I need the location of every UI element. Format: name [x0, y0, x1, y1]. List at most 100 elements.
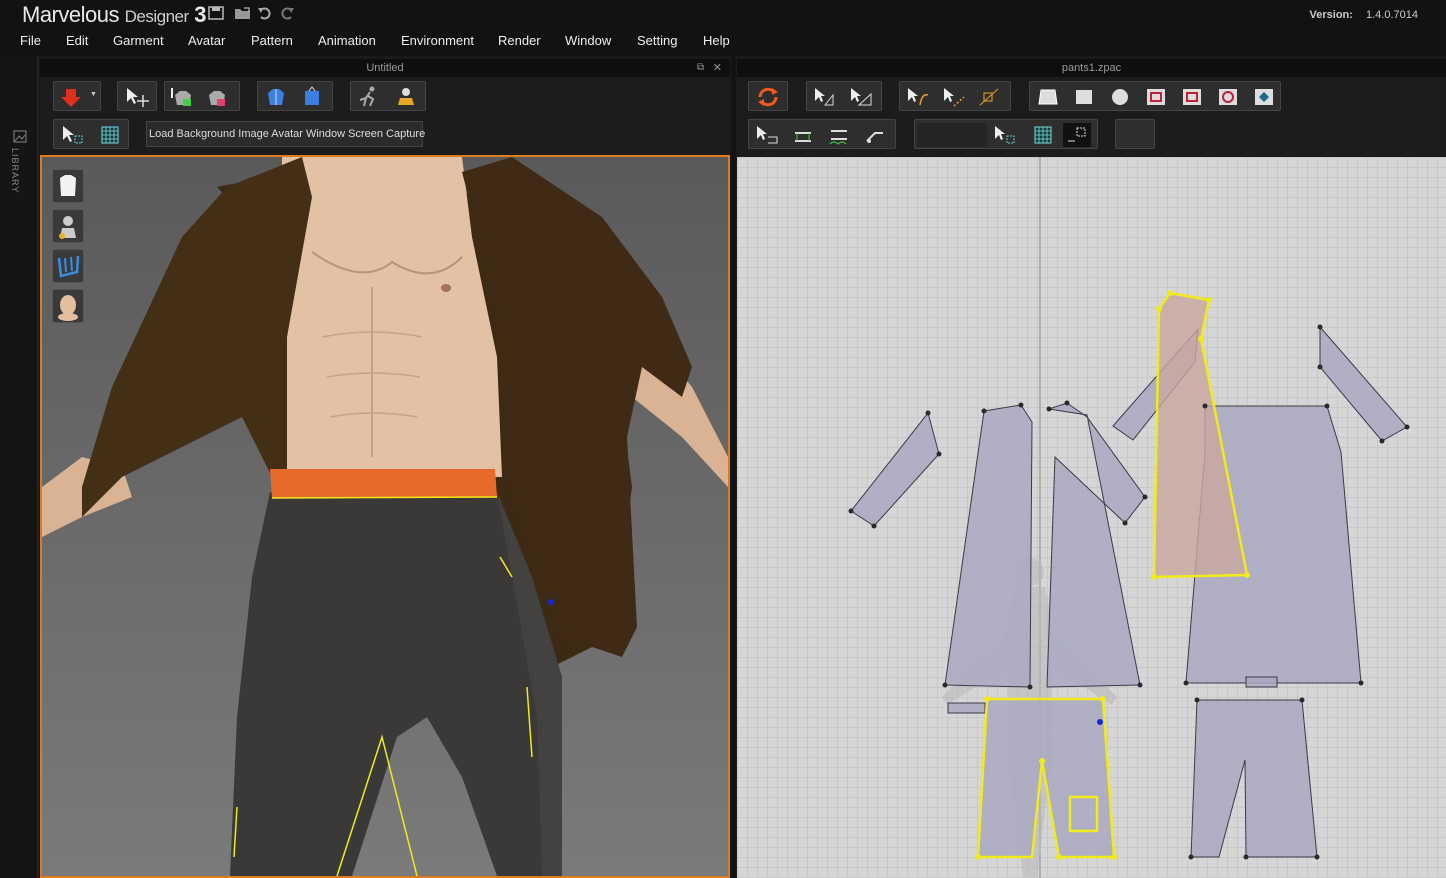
library-tab[interactable]: LIBRARY	[10, 128, 30, 208]
panel-2d-title-bar: pants1.zpac	[737, 59, 1446, 77]
menu-pattern[interactable]: Pattern	[251, 33, 293, 48]
pattern-edit-group	[806, 81, 882, 111]
free-sewing-button[interactable]	[825, 123, 853, 147]
panel-divider[interactable]	[731, 56, 736, 878]
app-title-main: Marvelous	[22, 2, 119, 27]
pattern-piece-left-sleeve	[850, 411, 940, 527]
close-icon[interactable]: ✕	[713, 59, 722, 77]
viewport-2d[interactable]	[737, 157, 1446, 878]
avatar-scene	[42, 157, 728, 876]
polygon-button[interactable]	[1034, 85, 1062, 109]
refresh-group	[748, 81, 788, 111]
texture-grid-button[interactable]	[96, 123, 124, 147]
app-title-sub: Designer	[124, 7, 190, 26]
simulate-group: ▼	[53, 81, 101, 111]
select-texture-tool-button[interactable]	[58, 123, 86, 147]
garment-icon[interactable]	[52, 169, 84, 203]
panel-3d-title-bar: Untitled ⧉ ✕	[40, 59, 730, 77]
avatar-icon[interactable]	[52, 209, 84, 243]
version-value: 1.4.0.7014	[1366, 9, 1418, 21]
menu-render[interactable]: Render	[498, 33, 541, 48]
dart-button[interactable]	[1250, 85, 1278, 109]
menu-animation[interactable]: Animation	[318, 33, 376, 48]
avatar-group	[350, 81, 426, 111]
arrangement-icon[interactable]	[52, 249, 84, 283]
sewing-group	[748, 119, 896, 149]
pattern-piece-front-right	[1046, 402, 1146, 688]
selected-pants-front	[976, 697, 1116, 859]
fold-arrangement-pink-button[interactable]	[203, 85, 231, 109]
transform-pattern-button[interactable]	[847, 85, 875, 109]
garment-top-button[interactable]	[262, 85, 290, 109]
curve-point-button[interactable]	[940, 85, 968, 109]
garment-group	[257, 81, 333, 111]
shape-group	[1029, 81, 1281, 111]
menu-environment[interactable]: Environment	[401, 33, 474, 48]
internal-circle-button[interactable]	[1214, 85, 1242, 109]
edit-curve-button[interactable]	[904, 85, 932, 109]
menu-help[interactable]: Help	[703, 33, 730, 48]
menu-window[interactable]: Window	[565, 33, 611, 48]
pattern-piece-tab-right	[1245, 676, 1278, 688]
segment-sewing-button[interactable]	[789, 123, 817, 147]
texture-field	[917, 123, 987, 147]
redo-icon[interactable]	[278, 6, 296, 22]
edit-sewing-button[interactable]	[753, 123, 781, 147]
texture-group-2d	[914, 119, 1098, 149]
edit-texture-button[interactable]	[991, 123, 1019, 147]
panel-2d-title: pants1.zpac	[1061, 62, 1122, 74]
undo-icon[interactable]	[256, 6, 274, 22]
app-title-num: 3	[194, 2, 207, 27]
menu-garment[interactable]: Garment	[113, 33, 164, 48]
library-strip: LIBRARY	[0, 56, 38, 878]
internal-rectangle-button[interactable]	[1178, 85, 1206, 109]
circle-button[interactable]	[1106, 85, 1134, 109]
rectangle-button[interactable]	[1070, 85, 1098, 109]
garment-box-button[interactable]	[298, 85, 326, 109]
viewport-3d[interactable]	[40, 155, 730, 878]
dropdown-arrow-icon[interactable]: ▼	[90, 91, 97, 98]
add-point-button[interactable]	[976, 85, 1004, 109]
pattern-piece-tab-left	[947, 702, 986, 714]
texture-grid-2d-button[interactable]	[1029, 123, 1057, 147]
pattern-piece-right-sleeve	[1319, 325, 1408, 442]
menu-bar: File Edit Garment Avatar Pattern Animati…	[0, 30, 1446, 56]
select-move-tool-button[interactable]	[123, 85, 151, 109]
misc-group	[1115, 119, 1155, 149]
load-background-image-button[interactable]: Load Background Image Avatar Window Scre…	[146, 121, 425, 147]
pose-button[interactable]	[355, 85, 383, 109]
menu-file[interactable]: File	[20, 33, 41, 48]
refresh-button[interactable]	[754, 85, 782, 109]
texture-transform-button[interactable]	[1063, 123, 1091, 147]
library-icon	[13, 130, 27, 143]
fold-group	[164, 81, 240, 111]
pattern-pieces	[850, 325, 1408, 858]
menu-avatar[interactable]: Avatar	[188, 33, 225, 48]
menu-edit[interactable]: Edit	[66, 33, 88, 48]
pattern-piece-back-pants	[1190, 699, 1318, 858]
version-label: Version:	[1309, 9, 1353, 21]
app-logo: Marvelous Designer 3	[22, 2, 207, 28]
view-group	[53, 119, 129, 149]
fold-arrangement-button[interactable]	[169, 85, 197, 109]
transform-group	[117, 81, 157, 111]
undock-icon[interactable]: ⧉	[697, 59, 704, 77]
save-icon[interactable]	[207, 6, 225, 22]
title-bar: Marvelous Designer 3 Version: 1.4.0.7014	[0, 0, 1446, 30]
head-icon[interactable]	[52, 289, 84, 323]
library-label: LIBRARY	[10, 148, 20, 194]
pattern-canvas	[848, 157, 1410, 878]
simulate-button[interactable]	[57, 85, 85, 109]
pattern-piece-front-left	[944, 404, 1033, 688]
internal-polygon-button[interactable]	[1142, 85, 1170, 109]
menu-setting[interactable]: Setting	[637, 33, 677, 48]
edit-pattern-button[interactable]	[811, 85, 839, 109]
curve-group	[899, 81, 1011, 111]
pin-marker	[1097, 719, 1103, 725]
version-info: Version: 1.4.0.7014	[1310, 9, 1418, 21]
avatar-button[interactable]	[391, 85, 419, 109]
open-folder-icon[interactable]	[234, 6, 252, 22]
blank-tool-button[interactable]	[1121, 123, 1149, 147]
tack-button[interactable]	[861, 123, 889, 147]
panel-3d-title: Untitled	[366, 62, 404, 74]
